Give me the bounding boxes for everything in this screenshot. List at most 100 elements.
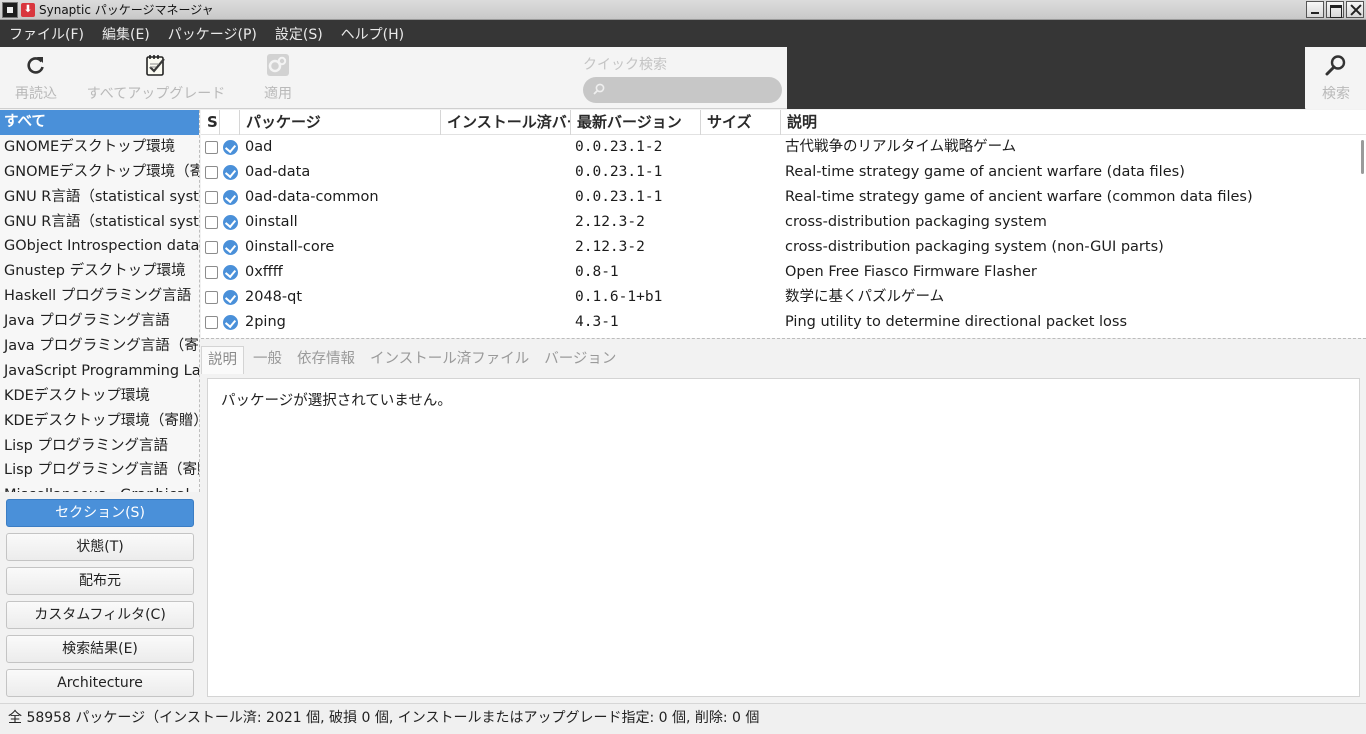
category-item[interactable]: Java プログラミング言語（寄贈） bbox=[0, 334, 199, 359]
supported-check-icon bbox=[223, 290, 238, 305]
upgrade-all-button[interactable]: すべてアップグレード bbox=[80, 47, 232, 109]
quick-search-icon bbox=[593, 83, 605, 95]
apply-button[interactable]: 適用 bbox=[258, 47, 298, 109]
close-button[interactable] bbox=[1346, 1, 1364, 18]
package-size bbox=[707, 285, 781, 310]
category-item[interactable]: GNU R言語（statistical system） bbox=[0, 210, 199, 235]
package-name: 2ping bbox=[245, 314, 286, 330]
minimize-button[interactable] bbox=[1306, 1, 1324, 18]
column-header-installed-version[interactable]: インストール済バージョン bbox=[447, 110, 571, 135]
package-description: Ping utility to determine directional pa… bbox=[785, 314, 1128, 330]
quick-search-input[interactable] bbox=[583, 77, 782, 103]
package-description: Open Free Fiasco Firmware Flasher bbox=[785, 264, 1037, 280]
column-header-size[interactable]: サイズ bbox=[707, 110, 781, 135]
menu-file[interactable]: ファイル(F) bbox=[9, 24, 84, 44]
table-scrollbar[interactable] bbox=[1361, 140, 1364, 174]
package-size bbox=[707, 135, 781, 160]
package-checkbox[interactable] bbox=[205, 166, 218, 179]
package-checkbox[interactable] bbox=[205, 141, 218, 154]
package-checkbox[interactable] bbox=[205, 191, 218, 204]
column-header-package[interactable]: パッケージ bbox=[246, 110, 441, 135]
package-table: S パッケージ インストール済バージョン 最新バージョン サイズ 説明 0ad0… bbox=[201, 110, 1366, 338]
table-row[interactable]: 0install-core 2.12.3-2 cross-distribution … bbox=[201, 235, 1366, 260]
installed-version bbox=[447, 235, 571, 260]
category-item[interactable]: KDEデスクトップ環境（寄贈） bbox=[0, 409, 199, 434]
package-name: 0ad-data bbox=[245, 164, 311, 180]
latest-version: 2.12.3-2 bbox=[575, 214, 645, 230]
search-button[interactable]: 検索 bbox=[1306, 47, 1366, 109]
category-item[interactable]: Lisp プログラミング言語（寄贈） bbox=[0, 458, 199, 483]
title-bar: ⬇ Synaptic パッケージマネージャ bbox=[0, 0, 1366, 20]
category-item[interactable]: GNOMEデスクトップ環境 bbox=[0, 135, 199, 160]
category-item-all[interactable]: すべて bbox=[0, 110, 199, 135]
no-package-message: パッケージが選択されていません。 bbox=[221, 393, 452, 409]
package-checkbox[interactable] bbox=[205, 291, 218, 304]
package-size bbox=[707, 160, 781, 185]
category-item[interactable]: JavaScript Programming Language bbox=[0, 359, 199, 384]
package-size bbox=[707, 310, 781, 335]
installed-version bbox=[447, 260, 571, 285]
tab-general[interactable]: 一般 bbox=[247, 346, 288, 374]
menu-edit[interactable]: 編集(E) bbox=[102, 24, 150, 44]
category-item[interactable]: Gnustep デスクトップ環境 bbox=[0, 259, 199, 284]
package-checkbox[interactable] bbox=[205, 241, 218, 254]
menu-help[interactable]: ヘルプ(H) bbox=[341, 24, 404, 44]
reload-button[interactable]: 再読込 bbox=[12, 47, 60, 109]
tab-installed-files[interactable]: インストール済ファイル bbox=[364, 346, 535, 374]
package-description: cross-distribution packaging system bbox=[785, 214, 1047, 230]
supported-check-icon bbox=[223, 265, 238, 280]
package-size bbox=[707, 235, 781, 260]
details-tabs: 説明 一般 依存情報 インストール済ファイル バージョン bbox=[201, 346, 625, 374]
table-row[interactable]: 0ad-data-common 0.0.23.1-1 Real-time strat… bbox=[201, 185, 1366, 210]
package-description: Real-time strategy game of ancient warfa… bbox=[785, 164, 1185, 180]
section-filter-button[interactable]: セクション(S) bbox=[6, 499, 194, 527]
pane-splitter[interactable] bbox=[201, 338, 1366, 339]
window-menu-icon[interactable] bbox=[2, 1, 18, 18]
table-row[interactable]: 0ad 0.0.23.1-2 古代戦争のリアルタイム戦略ゲーム bbox=[201, 135, 1366, 160]
category-item[interactable]: GObject Introspection data bbox=[0, 234, 199, 259]
table-row[interactable]: 0xffff 0.8-1 Open Free Fiasco Firmware Fla… bbox=[201, 260, 1366, 285]
column-header-status[interactable]: S bbox=[207, 110, 220, 135]
maximize-button[interactable] bbox=[1326, 1, 1344, 18]
installed-version bbox=[447, 285, 571, 310]
latest-version: 0.0.23.1-1 bbox=[575, 189, 663, 205]
table-row[interactable]: 0install 2.12.3-2 cross-distribution packa… bbox=[201, 210, 1366, 235]
menu-package[interactable]: パッケージ(P) bbox=[168, 24, 257, 44]
package-name: 0ad-data-common bbox=[245, 189, 379, 205]
upgrade-all-icon bbox=[144, 47, 168, 83]
supported-check-icon bbox=[223, 315, 238, 330]
custom-filter-button[interactable]: カスタムフィルタ(C) bbox=[6, 601, 194, 629]
table-row[interactable]: 2ping 4.3-1 Ping utility to determine dire… bbox=[201, 310, 1366, 335]
category-item[interactable]: Java プログラミング言語 bbox=[0, 309, 199, 334]
table-row[interactable]: 2048-qt 0.1.6-1+b1 数学に基くパズルゲーム bbox=[201, 285, 1366, 310]
category-item[interactable]: Haskell プログラミング言語 bbox=[0, 284, 199, 309]
upgrade-all-label: すべてアップグレード bbox=[86, 86, 226, 102]
architecture-filter-button[interactable]: Architecture bbox=[6, 669, 194, 697]
installed-version bbox=[447, 210, 571, 235]
table-row[interactable]: 0ad-data 0.0.23.1-1 Real-time strategy gam… bbox=[201, 160, 1366, 185]
reload-icon bbox=[26, 47, 46, 83]
category-item[interactable]: KDEデスクトップ環境 bbox=[0, 384, 199, 409]
window-title: Synaptic パッケージマネージャ bbox=[39, 3, 214, 17]
category-item[interactable]: Miscellaneous - Graphical bbox=[0, 483, 199, 492]
package-checkbox[interactable] bbox=[205, 316, 218, 329]
apply-gears-icon bbox=[266, 47, 290, 83]
status-filter-button[interactable]: 状態(T) bbox=[6, 533, 194, 561]
category-item[interactable]: Lisp プログラミング言語 bbox=[0, 434, 199, 459]
category-item[interactable]: GNOMEデスクトップ環境（寄贈） bbox=[0, 160, 199, 185]
table-header: S パッケージ インストール済バージョン 最新バージョン サイズ 説明 bbox=[201, 110, 1366, 135]
origin-filter-button[interactable]: 配布元 bbox=[6, 567, 194, 595]
package-checkbox[interactable] bbox=[205, 216, 218, 229]
tab-description[interactable]: 説明 bbox=[201, 346, 244, 374]
column-header-support[interactable] bbox=[223, 110, 240, 135]
column-header-description[interactable]: 説明 bbox=[787, 110, 1187, 135]
tab-dependencies[interactable]: 依存情報 bbox=[291, 346, 361, 374]
menu-settings[interactable]: 設定(S) bbox=[275, 24, 323, 44]
tab-versions[interactable]: バージョン bbox=[538, 346, 622, 374]
column-header-latest-version[interactable]: 最新バージョン bbox=[577, 110, 701, 135]
search-results-button[interactable]: 検索結果(E) bbox=[6, 635, 194, 663]
supported-check-icon bbox=[223, 215, 238, 230]
package-checkbox[interactable] bbox=[205, 266, 218, 279]
category-item[interactable]: GNU R言語（statistical system） bbox=[0, 185, 199, 210]
supported-check-icon bbox=[223, 190, 238, 205]
